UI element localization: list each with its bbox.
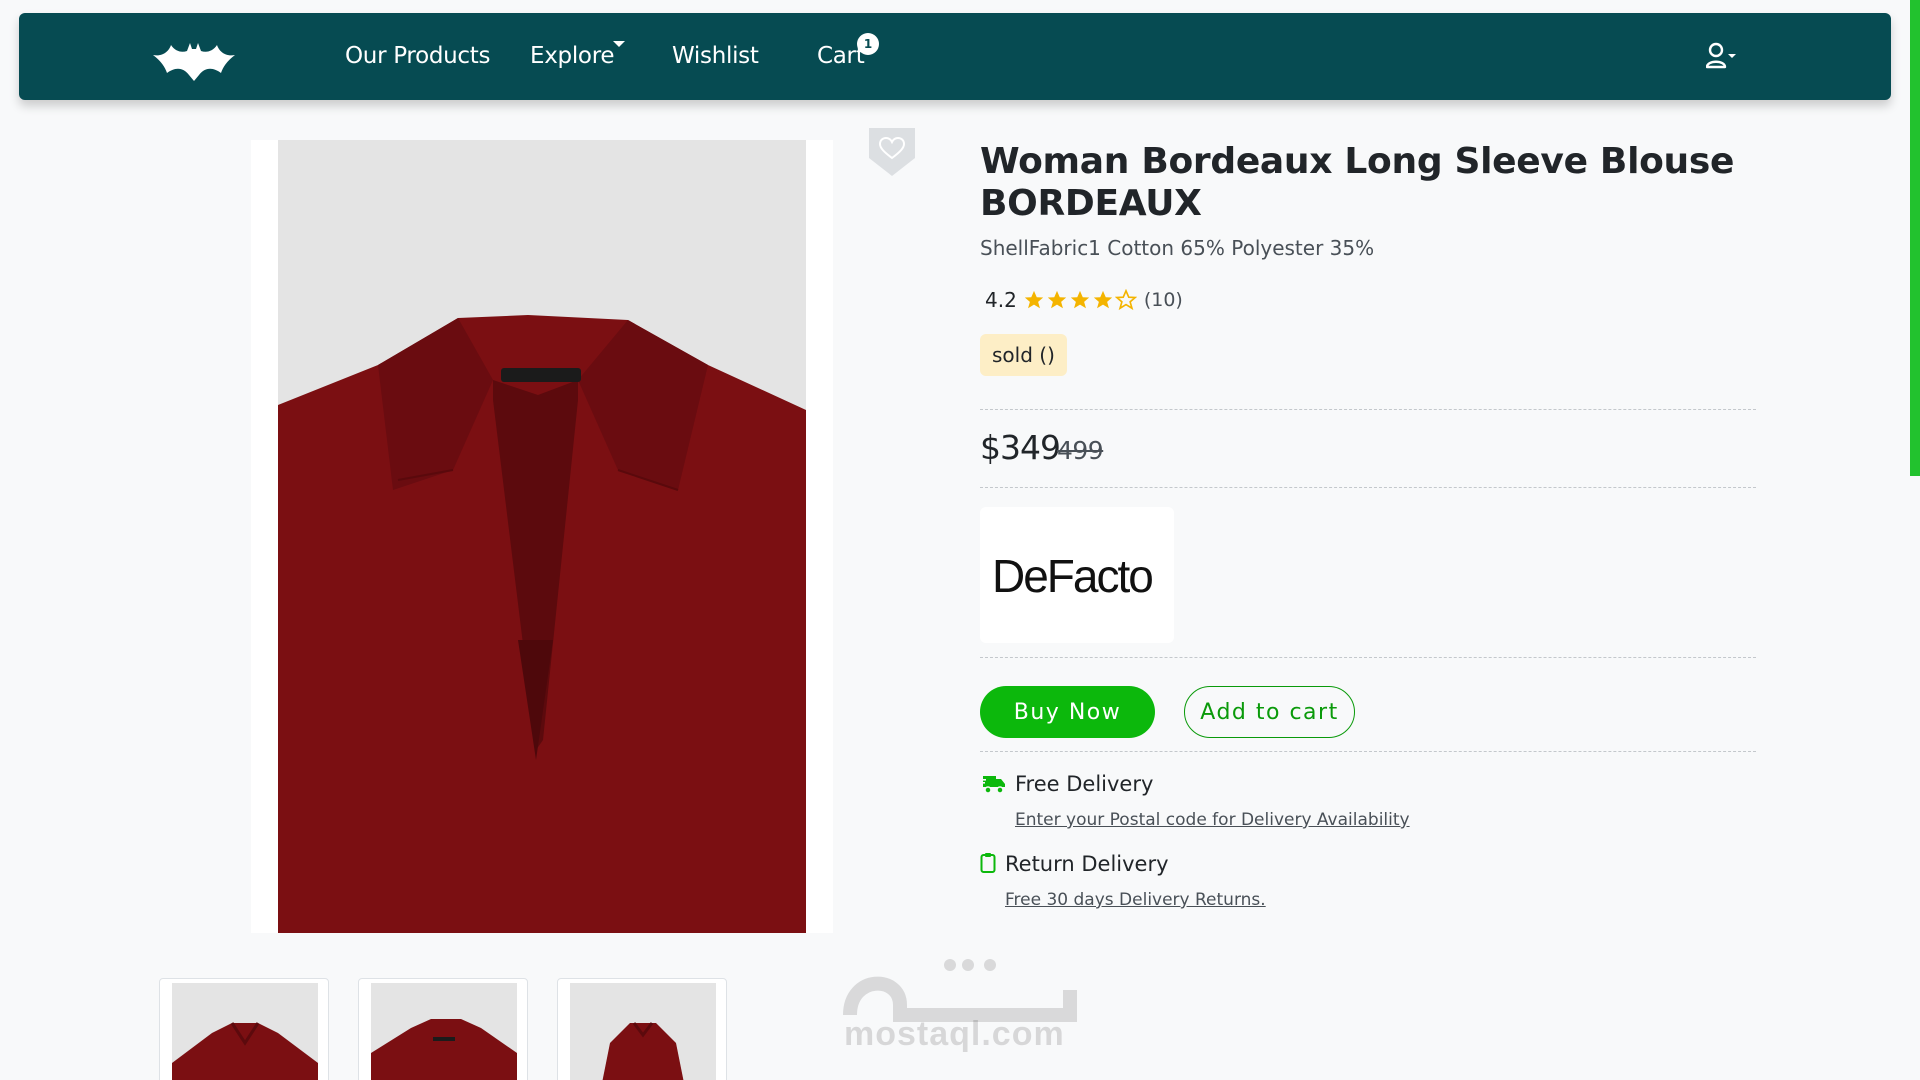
sold-badge: sold () bbox=[980, 334, 1067, 376]
buy-now-button[interactable]: Buy Now bbox=[980, 686, 1155, 738]
clipboard-icon bbox=[980, 853, 996, 873]
product-thumbnail[interactable] bbox=[557, 978, 727, 1080]
return-policy-link[interactable]: Free 30 days Delivery Returns. bbox=[1005, 890, 1266, 910]
old-price: 499 bbox=[1057, 436, 1104, 465]
star-full-icon bbox=[1070, 290, 1089, 309]
add-to-cart-button[interactable]: Add to cart bbox=[1184, 686, 1355, 738]
thumbnail-image bbox=[172, 983, 318, 1080]
product-image[interactable] bbox=[278, 140, 806, 933]
product-material: ShellFabric1 Cotton 65% Polyester 35% bbox=[980, 236, 1375, 260]
divider bbox=[980, 657, 1756, 658]
page-scrollbar[interactable] bbox=[1910, 0, 1920, 476]
brand-logo-card[interactable]: DeFacto bbox=[980, 507, 1174, 643]
nav-our-products[interactable]: Our Products bbox=[345, 43, 490, 69]
star-empty-icon bbox=[1114, 289, 1137, 311]
star-full-icon bbox=[1024, 290, 1043, 309]
delivery-truck-icon bbox=[980, 776, 1005, 794]
top-navbar: Our Products Explore Wishlist Cart 1 bbox=[19, 13, 1891, 100]
explore-caret-icon bbox=[613, 41, 625, 47]
thumbnail-image bbox=[371, 983, 517, 1080]
user-icon[interactable] bbox=[1706, 41, 1736, 73]
rating-value: 4.2 bbox=[985, 288, 1017, 312]
star-full-icon bbox=[1093, 290, 1112, 309]
current-price: $349 bbox=[980, 428, 1061, 467]
return-delivery-title: Return Delivery bbox=[1005, 852, 1169, 876]
product-title: Woman Bordeaux Long Sleeve Blouse BORDEA… bbox=[980, 141, 1735, 224]
rating-count: (10) bbox=[1143, 289, 1183, 311]
thumbnail-image bbox=[570, 983, 716, 1080]
main-product-image-frame bbox=[251, 140, 833, 933]
nav-wishlist[interactable]: Wishlist bbox=[672, 43, 759, 69]
nav-explore[interactable]: Explore bbox=[530, 43, 615, 69]
postal-code-link[interactable]: Enter your Postal code for Delivery Avai… bbox=[1015, 810, 1410, 830]
product-thumbnail[interactable] bbox=[358, 978, 528, 1080]
brand-name: DeFacto bbox=[992, 550, 1154, 602]
wishlist-heart-button[interactable] bbox=[869, 128, 915, 176]
divider bbox=[980, 409, 1756, 410]
cart-count-badge: 1 bbox=[857, 33, 879, 55]
product-thumbnail[interactable] bbox=[159, 978, 329, 1080]
divider bbox=[980, 751, 1756, 752]
free-delivery-title: Free Delivery bbox=[1015, 772, 1154, 796]
watermark-text: mostaql.com bbox=[844, 1015, 1065, 1053]
rating-row: 4.2 (10) bbox=[985, 287, 1183, 313]
divider bbox=[980, 487, 1756, 488]
star-full-icon bbox=[1047, 290, 1066, 309]
bat-logo-icon[interactable] bbox=[149, 35, 239, 81]
